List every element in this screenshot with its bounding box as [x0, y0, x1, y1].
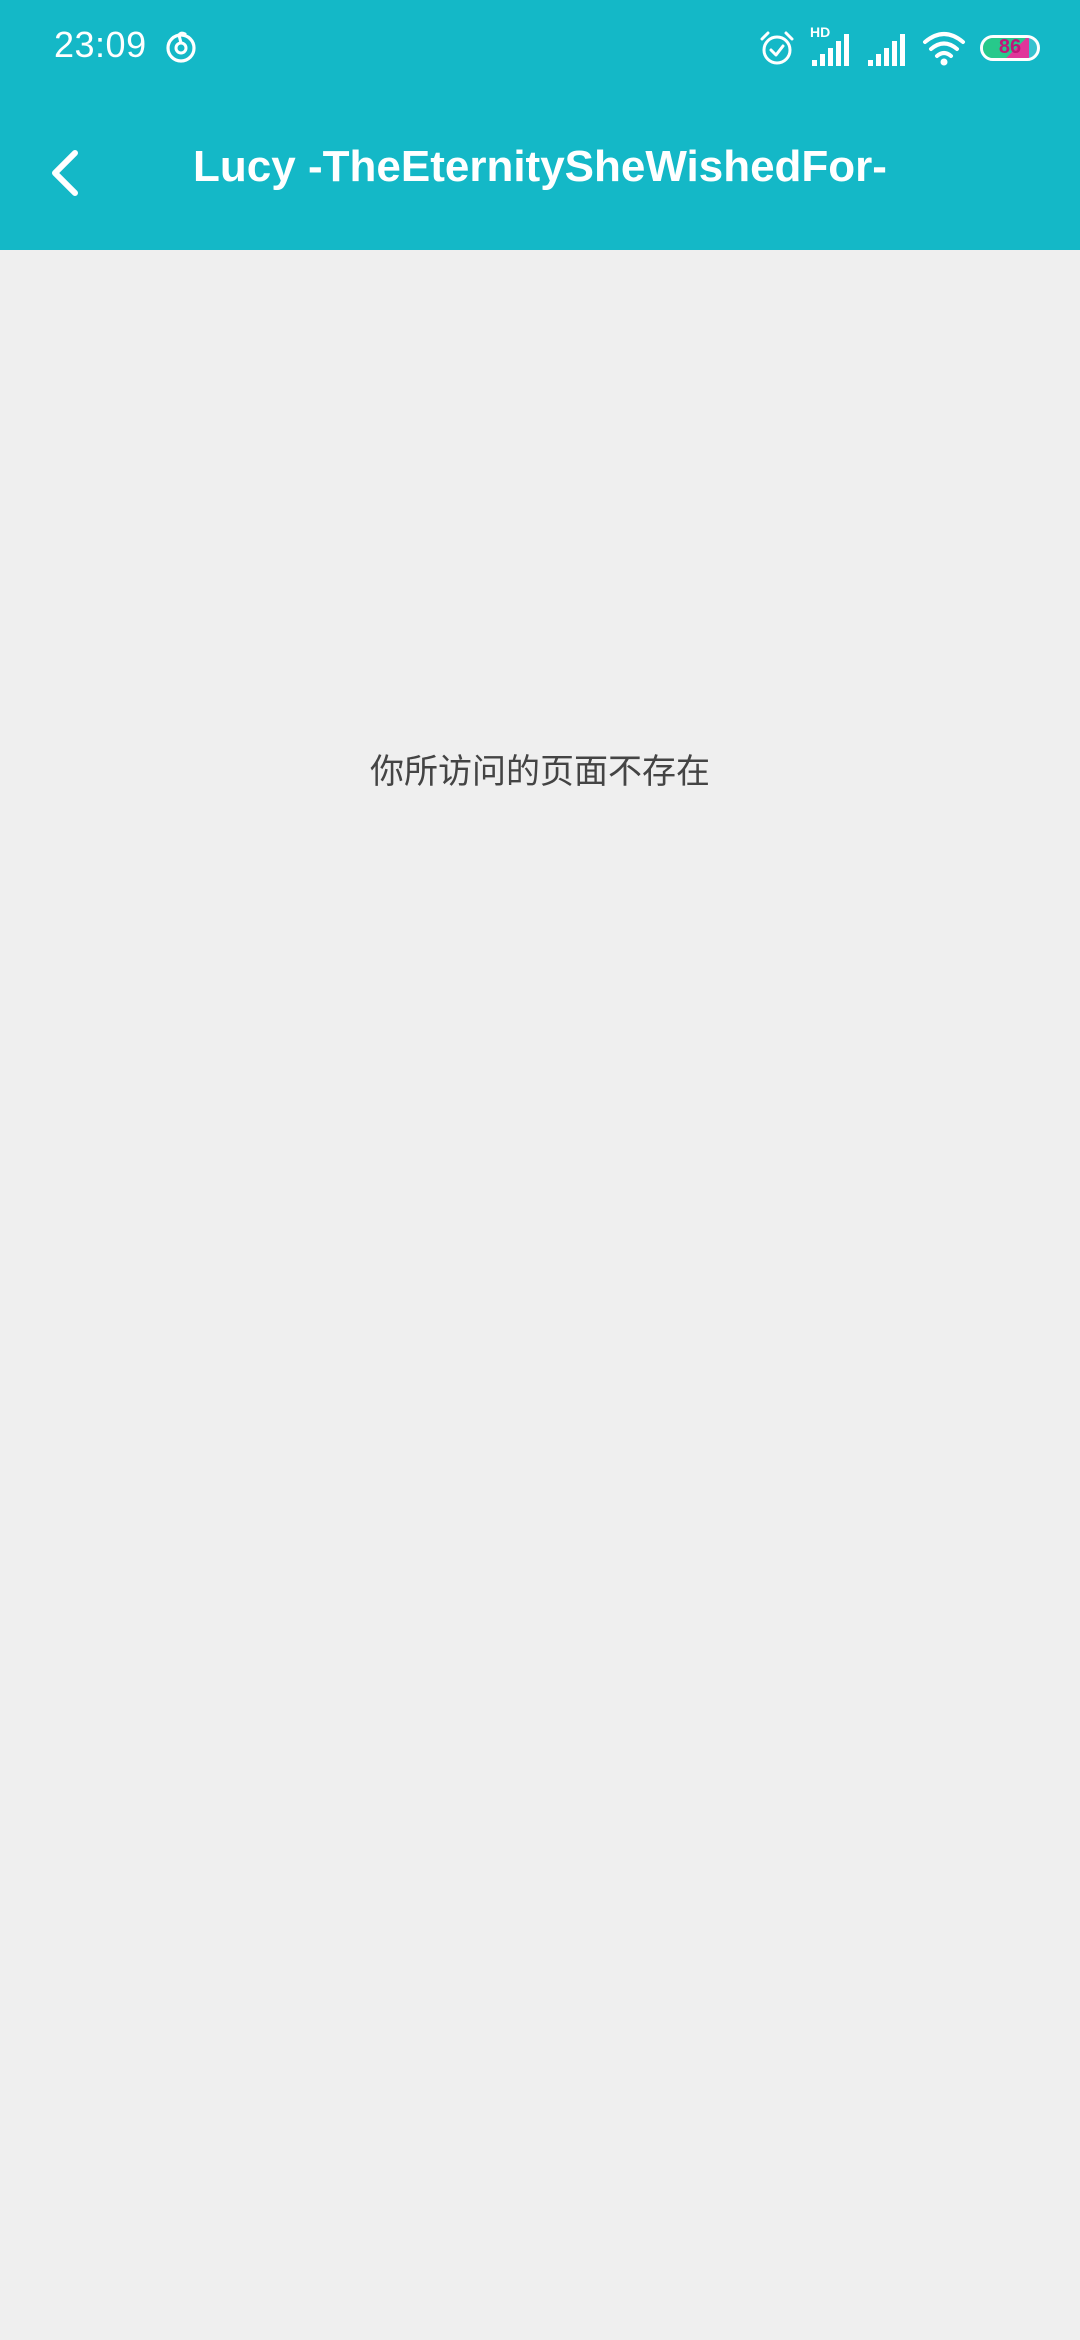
netease-music-icon — [164, 30, 198, 64]
app-bar: Lucy -TheEternitySheWishedFor- — [0, 100, 1080, 250]
page-title: Lucy -TheEternitySheWishedFor- — [193, 142, 887, 191]
battery-level: 86 — [998, 36, 1022, 58]
content-area: 你所访问的页面不存在 — [0, 250, 1080, 2340]
signal-icon — [866, 28, 908, 68]
back-button[interactable] — [30, 140, 100, 210]
alarm-icon — [758, 29, 796, 67]
status-bar: 23:09 HD 86 — [0, 0, 1080, 100]
battery-icon: 86 — [980, 35, 1040, 61]
signal-hd-icon: HD — [810, 24, 852, 68]
status-icons: HD 86 — [758, 24, 1040, 70]
page-not-found-message: 你所访问的页面不存在 — [370, 752, 710, 792]
status-time: 23:09 — [54, 24, 147, 65]
chevron-left-icon — [45, 147, 85, 203]
wifi-icon — [922, 29, 966, 67]
